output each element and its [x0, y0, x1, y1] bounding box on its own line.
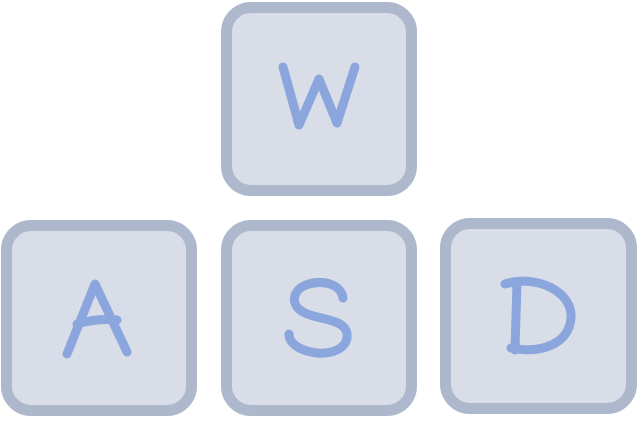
letter-w-glyph [278, 62, 360, 130]
key-s[interactable]: S [221, 220, 417, 416]
letter-s-glyph [284, 278, 352, 358]
letter-d-glyph [500, 276, 575, 355]
letter-a-glyph [62, 279, 132, 359]
wasd-keys: W A S D [0, 0, 638, 432]
key-d[interactable]: D [440, 218, 637, 414]
key-w[interactable]: W [221, 2, 417, 196]
key-a[interactable]: A [1, 220, 197, 416]
